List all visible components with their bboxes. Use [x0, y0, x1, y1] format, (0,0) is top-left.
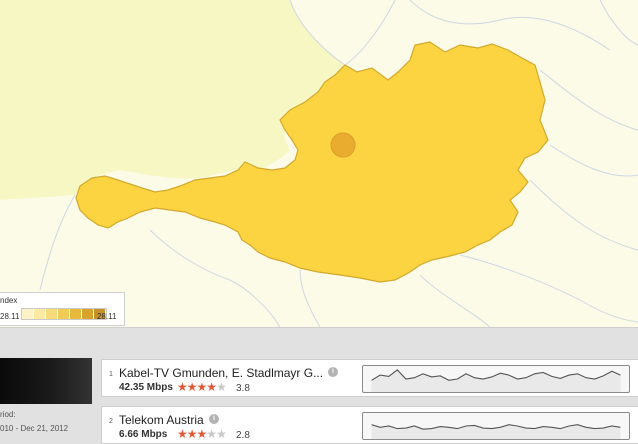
- provider-speed: 6.66 Mbps: [119, 429, 168, 440]
- legend-swatch: [70, 309, 82, 319]
- speed-trend-sparkline: [362, 365, 630, 393]
- period-value: 010 - Dec 21, 2012: [0, 424, 69, 433]
- star-empty-icon: ★: [216, 380, 227, 394]
- map[interactable]: ndex 28.11 28.11: [0, 0, 638, 327]
- sparkline-area: [371, 369, 621, 392]
- star-filled-icon: ★: [177, 427, 188, 441]
- info-icon[interactable]: i: [209, 414, 219, 424]
- legend-swatch: [58, 309, 70, 319]
- legend-title: ndex: [0, 296, 18, 305]
- provider-name[interactable]: Telekom Austria: [119, 413, 204, 427]
- city-marker[interactable]: [330, 132, 356, 158]
- star-filled-icon: ★: [196, 380, 208, 394]
- provider-row[interactable]: 1 Kabel-TV Gmunden, E. Stadlmayr G... i …: [101, 359, 638, 397]
- legend-color-scale: [21, 308, 107, 320]
- rating-stars: ★★★★★: [177, 427, 227, 441]
- legend-min-label: 28.11: [0, 312, 20, 321]
- legend-swatch: [82, 309, 94, 319]
- summary-dark-tile: [0, 358, 92, 404]
- map-legend: ndex 28.11 28.11: [0, 292, 125, 326]
- provider-speed: 42.35 Mbps: [119, 382, 173, 393]
- provider-rank: 2: [109, 418, 113, 425]
- speed-trend-sparkline: [362, 412, 630, 440]
- star-empty-icon: ★: [206, 427, 217, 441]
- legend-swatch: [22, 309, 34, 319]
- star-filled-icon: ★: [206, 380, 217, 394]
- star-filled-icon: ★: [186, 380, 198, 394]
- rating-stars: ★★★★★: [177, 380, 227, 394]
- star-empty-icon: ★: [216, 427, 227, 441]
- star-filled-icon: ★: [196, 427, 208, 441]
- provider-rating: 2.8: [236, 430, 250, 441]
- provider-row[interactable]: 2 Telekom Austria i 6.66 Mbps ★★★★★ 2.8: [101, 406, 638, 444]
- star-filled-icon: ★: [186, 427, 198, 441]
- info-icon[interactable]: i: [328, 367, 338, 377]
- period-label: riod:: [0, 410, 16, 419]
- provider-name[interactable]: Kabel-TV Gmunden, E. Stadlmayr G...: [119, 366, 323, 380]
- legend-swatch: [34, 309, 46, 319]
- legend-swatch: [46, 309, 58, 319]
- provider-rating: 3.8: [236, 383, 250, 394]
- star-filled-icon: ★: [177, 380, 188, 394]
- legend-max-label: 28.11: [97, 312, 117, 321]
- provider-rank: 1: [109, 371, 113, 378]
- map-canvas[interactable]: [0, 0, 638, 327]
